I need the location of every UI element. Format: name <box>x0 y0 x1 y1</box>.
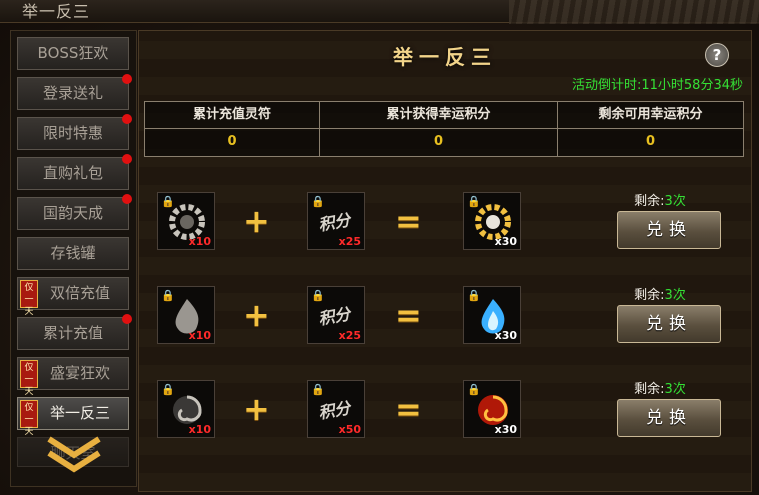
exchange-button[interactable]: 兑换 <box>617 399 721 437</box>
notification-dot <box>122 154 132 164</box>
stats-header: 剩余可用幸运积分 <box>598 107 703 122</box>
item-quantity: x30 <box>494 235 517 248</box>
sidebar-item-login-gift[interactable]: 登录送礼 <box>17 74 132 110</box>
notification-dot <box>122 114 132 124</box>
sidebar-item-limited-sale[interactable]: 限时特惠 <box>17 114 132 150</box>
activity-sidebar: BOSS狂欢 登录送礼 限时特惠 直购礼包 国韵天成 存钱罐 仅一天 双倍充值 累… <box>10 30 137 487</box>
sidebar-item-label: 登录送礼 <box>42 84 103 102</box>
points-icon: 积分 <box>316 398 352 423</box>
remaining-value: 3次 <box>664 382 686 397</box>
item-quantity: x10 <box>188 329 211 342</box>
dragon-ornament <box>509 0 759 24</box>
sidebar-item-guoyun[interactable]: 国韵天成 <box>17 194 132 230</box>
one-day-tag: 仅一天 <box>20 280 38 317</box>
game-window: 举一反三 BOSS狂欢 登录送礼 限时特惠 直购礼包 国韵天成 存钱罐 仅一天双… <box>0 0 759 495</box>
sidebar-item-label: 举一反三 <box>49 404 110 422</box>
item-quantity: x25 <box>338 329 361 342</box>
equals-icon: = <box>395 390 422 428</box>
points-item-slot[interactable]: 🔒 积分 x25 <box>307 286 365 344</box>
sidebar-item-label: 双倍充值 <box>49 284 110 302</box>
one-day-tag: 仅一天 <box>20 400 38 437</box>
sidebar-item-label: 存钱罐 <box>50 244 96 262</box>
notification-dot <box>122 314 132 324</box>
output-item-slot[interactable]: 🔒 x30 <box>463 286 521 344</box>
input-item-slot[interactable]: 🔒 x10 <box>157 192 215 250</box>
countdown-timer: 活动倒计时:11小时58分34秒 <box>571 78 743 93</box>
input-item-slot[interactable]: 🔒 x10 <box>157 380 215 438</box>
stats-value: 0 <box>433 134 444 149</box>
stats-header: 累计获得幸运积分 <box>386 107 491 122</box>
stats-header: 累计充值灵符 <box>192 107 271 122</box>
sidebar-item-label: 国韵天成 <box>42 204 103 222</box>
sidebar-item-label: 盛宴狂欢 <box>49 364 110 382</box>
points-item-slot[interactable]: 🔒 积分 x25 <box>307 192 365 250</box>
remaining-value: 3次 <box>664 194 686 209</box>
remaining-count: 剩余:3次 <box>617 378 703 397</box>
exchange-button[interactable]: 兑换 <box>617 211 721 249</box>
recipe-row: 🔒 x10 + 🔒 积分 x25 = 🔒 x30 剩余:3次 兑换 <box>157 192 737 254</box>
sidebar-item-feast[interactable]: 仅一天 盛宴狂欢 <box>17 357 129 397</box>
points-icon: 积分 <box>316 210 352 235</box>
sidebar-item-direct-gift[interactable]: 直购礼包 <box>17 154 132 190</box>
output-item-slot[interactable]: 🔒 x30 <box>463 380 521 438</box>
sidebar-item-label: 直购礼包 <box>42 164 103 182</box>
points-icon: 积分 <box>316 304 352 329</box>
item-quantity: x10 <box>188 423 211 436</box>
recipe-row: 🔒 x10 + 🔒 积分 x25 = 🔒 x30 剩余:3次 兑换 <box>157 286 737 348</box>
stats-value: 0 <box>227 134 237 149</box>
panel-title: 举一反三 <box>393 45 497 69</box>
sidebar-item-cumulative-recharge[interactable]: 累计充值 <box>17 314 132 350</box>
exchange-button[interactable]: 兑换 <box>617 305 721 343</box>
window-title-bar: 举一反三 <box>0 0 759 24</box>
remaining-count: 剩余:3次 <box>617 284 703 303</box>
notification-dot <box>122 74 132 84</box>
plus-icon: + <box>243 390 270 428</box>
item-quantity: x30 <box>494 329 517 342</box>
item-quantity: x30 <box>494 423 517 436</box>
input-item-slot[interactable]: 🔒 x10 <box>157 286 215 344</box>
remaining-value: 3次 <box>664 288 686 303</box>
help-icon[interactable]: ? <box>705 43 729 67</box>
equals-icon: = <box>395 296 422 334</box>
activity-panel: 举一反三 ? 活动倒计时:11小时58分34秒 累计充值灵符 累计获得幸运积分 … <box>138 30 752 492</box>
sidebar-item-label: 累计充值 <box>42 324 103 342</box>
one-day-tag: 仅一天 <box>20 360 38 397</box>
lock-icon: 🔒 <box>311 383 325 396</box>
item-quantity: x25 <box>338 235 361 248</box>
lock-icon: 🔒 <box>311 289 325 302</box>
remaining-label: 剩余: <box>634 382 665 397</box>
plus-icon: + <box>243 202 270 240</box>
sidebar-item-double-recharge[interactable]: 仅一天 双倍充值 <box>17 277 129 317</box>
item-quantity: x50 <box>338 423 361 436</box>
stats-header-row: 累计充值灵符 累计获得幸运积分 剩余可用幸运积分 <box>145 102 743 129</box>
sidebar-item-label: BOSS狂欢 <box>37 44 109 62</box>
stats-table: 累计充值灵符 累计获得幸运积分 剩余可用幸运积分 0 0 0 <box>144 101 744 157</box>
notification-dot <box>122 194 132 204</box>
remaining-label: 剩余: <box>634 194 665 209</box>
stats-value: 0 <box>645 134 656 149</box>
points-item-slot[interactable]: 🔒 积分 x50 <box>307 380 365 438</box>
plus-icon: + <box>243 296 270 334</box>
sidebar-item-juyifansan[interactable]: 仅一天 举一反三 <box>17 397 129 437</box>
scroll-down-chevron-icon[interactable] <box>39 435 109 475</box>
sidebar-item-boss[interactable]: BOSS狂欢 <box>17 37 129 70</box>
output-item-slot[interactable]: 🔒 x30 <box>463 192 521 250</box>
recipe-row: 🔒 x10 + 🔒 积分 x50 = 🔒 x30 剩余:3次 兑换 <box>157 380 737 442</box>
sidebar-item-piggy-bank[interactable]: 存钱罐 <box>17 237 129 270</box>
remaining-label: 剩余: <box>634 288 665 303</box>
sidebar-item-label: 限时特惠 <box>42 124 103 142</box>
window-title: 举一反三 <box>22 2 91 21</box>
item-quantity: x10 <box>188 235 211 248</box>
remaining-count: 剩余:3次 <box>617 190 703 209</box>
equals-icon: = <box>395 202 422 240</box>
lock-icon: 🔒 <box>311 195 325 208</box>
